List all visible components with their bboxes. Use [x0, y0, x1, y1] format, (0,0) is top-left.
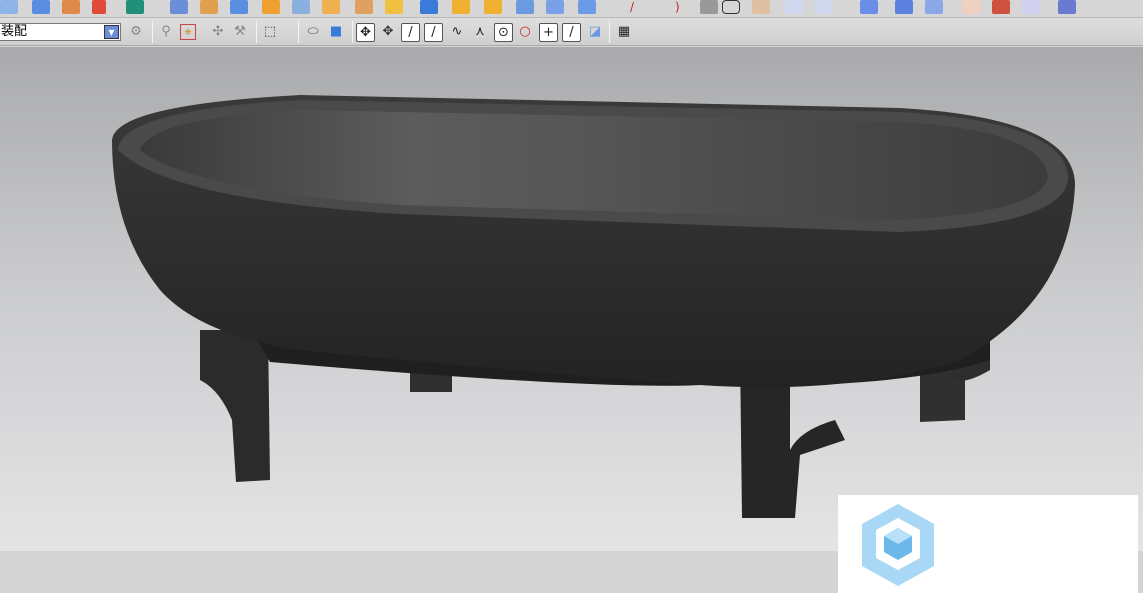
bathtub-model	[112, 95, 1075, 518]
edge-blend-icon[interactable]	[126, 0, 144, 14]
watermark-logo-panel	[838, 495, 1138, 593]
snap-point-icon[interactable]: ✥	[380, 24, 396, 40]
end-point-icon[interactable]: /	[401, 23, 420, 42]
trim-body-icon[interactable]	[322, 0, 340, 14]
through-curves-icon[interactable]	[860, 0, 878, 14]
main-toolbar: / )	[0, 0, 1143, 18]
bounded-plane-icon[interactable]	[925, 0, 943, 14]
arc-icon[interactable]: )	[675, 0, 693, 14]
select-value: 装配	[1, 24, 28, 39]
line-icon[interactable]: /	[630, 0, 648, 14]
existing-point-icon[interactable]: +	[539, 23, 558, 42]
mid-point-icon[interactable]: /	[424, 23, 443, 42]
cube-icon[interactable]: ■	[328, 24, 344, 40]
tube-icon[interactable]	[385, 0, 403, 14]
selection-scope-icon[interactable]: ⌖	[180, 24, 196, 40]
extrude-icon[interactable]	[32, 0, 50, 14]
assembly-icon[interactable]: ⚙	[128, 24, 144, 40]
assembly-filter-select[interactable]: 装配 ▼	[0, 23, 121, 41]
control-point-icon[interactable]: ∿	[449, 24, 465, 40]
eraser-icon[interactable]: ⬭	[305, 24, 321, 40]
offset-curve-icon[interactable]	[785, 0, 803, 14]
filter-icon[interactable]: ⚲	[158, 24, 174, 40]
chevron-down-icon[interactable]: ▼	[104, 25, 119, 39]
rectangle-icon[interactable]	[722, 0, 740, 14]
replace-face-icon[interactable]	[516, 0, 534, 14]
shell-icon[interactable]	[170, 0, 188, 14]
cube-logo-icon	[862, 504, 934, 586]
move-face-icon[interactable]	[546, 0, 564, 14]
trim-sheet-icon[interactable]	[1022, 0, 1040, 14]
spline-icon[interactable]	[752, 0, 770, 14]
face-icon[interactable]	[452, 0, 470, 14]
project-curve-icon[interactable]	[815, 0, 833, 14]
pattern-icon[interactable]	[62, 0, 80, 14]
point-icon[interactable]	[700, 0, 718, 14]
sew-icon[interactable]	[962, 0, 980, 14]
selection-toolbar: 装配 ▼ ⚙ ⚲ ⌖ ✣ ⚒ ⬚ ⬭ ■ ✥ ✥ / / ∿ ⋏ ⊙ ○ + / …	[0, 18, 1143, 46]
boolean-icon[interactable]	[92, 0, 106, 14]
quadrant-point-icon[interactable]: ○	[517, 24, 533, 40]
thicken-icon[interactable]	[292, 0, 310, 14]
graphics-viewport[interactable]	[0, 47, 1143, 593]
surface-icon[interactable]	[484, 0, 502, 14]
block-icon[interactable]	[420, 0, 438, 14]
arc-center-icon[interactable]: ⊙	[494, 23, 513, 42]
deselect-icon[interactable]: ⚒	[232, 24, 248, 40]
extension-icon[interactable]	[992, 0, 1010, 14]
point-on-curve-icon[interactable]: /	[562, 23, 581, 42]
mesh-surface-icon[interactable]	[895, 0, 913, 14]
snap-all-icon[interactable]: ✥	[356, 23, 375, 42]
sweep-icon[interactable]	[355, 0, 373, 14]
draft-icon[interactable]	[230, 0, 248, 14]
sketch-icon[interactable]	[0, 0, 18, 14]
rectangle-select-icon[interactable]: ⬚	[262, 24, 278, 40]
grid-icon[interactable]: ▦	[616, 24, 632, 40]
offset-icon[interactable]	[200, 0, 218, 14]
delete-face-icon[interactable]	[578, 0, 596, 14]
law-extension-icon[interactable]	[1058, 0, 1076, 14]
chamfer-icon[interactable]	[262, 0, 280, 14]
reset-filter-icon[interactable]: ✣	[210, 24, 226, 40]
point-on-surface-icon[interactable]: ◪	[587, 24, 603, 40]
intersection-point-icon[interactable]: ⋏	[472, 24, 488, 40]
